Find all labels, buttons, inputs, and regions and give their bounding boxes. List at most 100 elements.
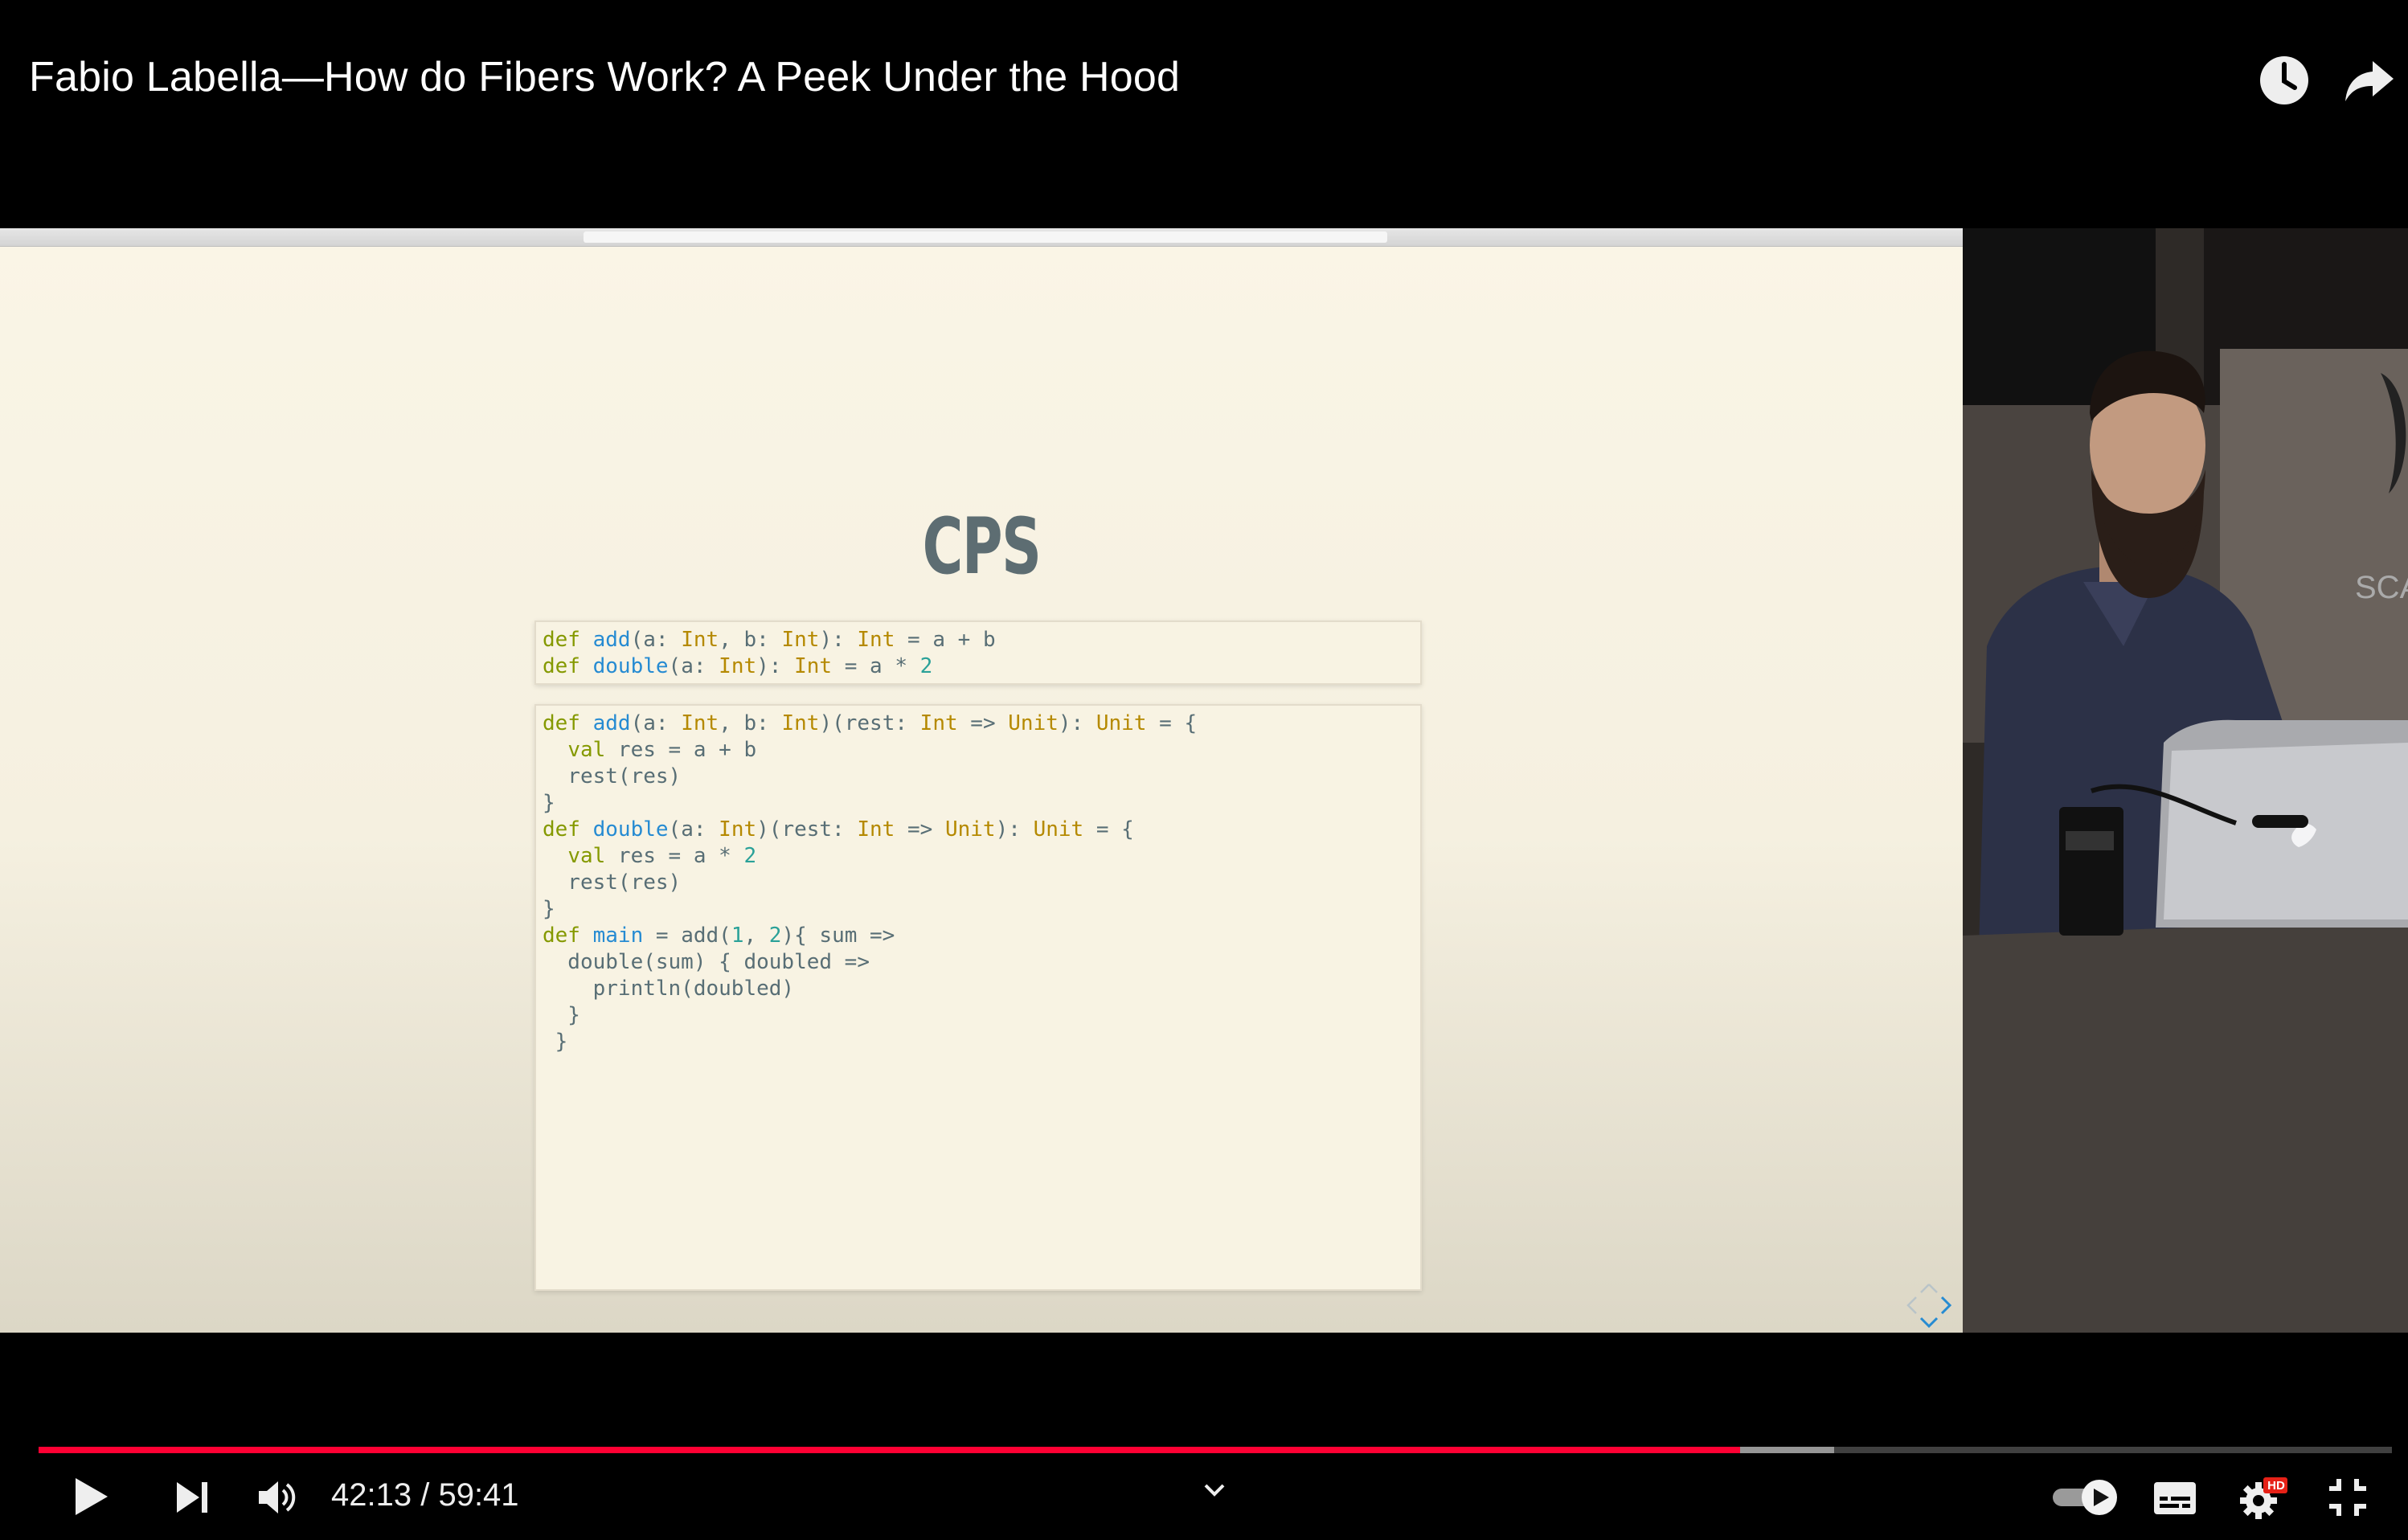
code-line: def main = add(1, 2){ sum =>	[543, 923, 1414, 949]
code-token: Int	[857, 628, 895, 652]
code-token: Int	[681, 628, 719, 652]
code-block-cps-style: def add(a: Int, b: Int)(rest: Int => Uni…	[534, 704, 1422, 1291]
code-token: val	[567, 738, 606, 762]
volume-icon	[259, 1481, 296, 1513]
code-line: }	[543, 896, 1414, 923]
subtitles-button[interactable]	[2152, 1481, 2197, 1520]
time-separator: /	[412, 1477, 439, 1513]
code-line: }	[543, 790, 1414, 817]
code-token: add	[592, 711, 631, 735]
play-button[interactable]	[72, 1476, 111, 1522]
code-token: Int	[781, 628, 820, 652]
clock-icon	[2260, 56, 2308, 104]
code-token: ,	[743, 924, 769, 948]
code-token: , b:	[719, 628, 782, 652]
code-token: (a:	[630, 628, 682, 652]
code-token: (a:	[668, 654, 719, 678]
code-block-direct-style: def add(a: Int, b: Int): Int = a + b def …	[534, 621, 1422, 685]
code-token: main	[592, 924, 644, 948]
code-line: val res = a * 2	[543, 843, 1414, 870]
autoplay-toggle[interactable]	[2051, 1477, 2122, 1522]
subtitles-icon	[2154, 1482, 2196, 1514]
next-button[interactable]	[175, 1481, 211, 1518]
code-token: Int	[719, 654, 757, 678]
code-token: = {	[1146, 711, 1198, 735]
code-token: 1	[731, 924, 744, 948]
code-token: rest(res)	[543, 764, 682, 788]
code-token: Int	[719, 817, 757, 842]
code-token: def	[543, 628, 593, 652]
code-token: Int	[794, 654, 833, 678]
slide-heading: CPS	[922, 502, 1042, 592]
code-line: }	[543, 1002, 1414, 1029]
code-token: ):	[1058, 711, 1096, 735]
share-button[interactable]	[2342, 53, 2397, 108]
code-token: }	[543, 791, 555, 815]
current-time: 42:13	[331, 1477, 412, 1513]
slide: CPS def add(a: Int, b: Int): Int = a + b…	[0, 228, 1963, 1333]
hd-badge: HD	[2267, 1479, 2285, 1493]
code-line: def add(a: Int, b: Int): Int = a + b	[543, 627, 1414, 653]
progress-played	[39, 1447, 1740, 1453]
code-line: }	[543, 1029, 1414, 1055]
video-frame[interactable]: CPS def add(a: Int, b: Int): Int = a + b…	[0, 228, 2408, 1333]
code-line: val res = a + b	[543, 737, 1414, 764]
share-arrow-icon	[2345, 61, 2394, 101]
code-token: = a + b	[895, 628, 996, 652]
code-token: =>	[957, 711, 1009, 735]
code-token: 2	[743, 844, 757, 868]
code-token: )(rest:	[819, 711, 920, 735]
code-token: Unit	[944, 817, 996, 842]
code-token: ):	[756, 654, 795, 678]
slide-navigation-arrows-icon	[1906, 1284, 1952, 1329]
code-token: double(sum) { doubled =>	[543, 950, 870, 974]
watch-later-button[interactable]	[2257, 53, 2312, 108]
code-line: rest(res)	[543, 764, 1414, 790]
code-line: def double(a: Int): Int = a * 2	[543, 653, 1414, 680]
code-token: ):	[995, 817, 1034, 842]
video-title[interactable]: Fabio Labella—How do Fibers Work? A Peek…	[29, 53, 1180, 101]
code-token: = a *	[832, 654, 920, 678]
code-token: double	[592, 654, 669, 678]
settings-button[interactable]: HD	[2238, 1476, 2289, 1525]
code-token: 2	[768, 924, 782, 948]
code-token: }	[543, 1003, 580, 1027]
code-token: rest(res)	[543, 870, 682, 895]
code-token: =>	[895, 817, 945, 842]
chevron-down-icon	[1204, 1484, 1225, 1497]
browser-address-bar	[584, 231, 1387, 243]
chapters-button[interactable]	[1201, 1481, 1228, 1504]
browser-chrome	[0, 228, 1963, 247]
code-token: }	[543, 1030, 568, 1054]
code-token: Unit	[1095, 711, 1147, 735]
code-token: (a:	[630, 711, 682, 735]
next-icon	[177, 1482, 207, 1513]
duration: 59:41	[438, 1477, 519, 1513]
exit-fullscreen-button[interactable]	[2328, 1477, 2368, 1522]
code-token: val	[567, 844, 606, 868]
code-token: def	[543, 924, 593, 948]
progress-bar[interactable]	[39, 1447, 2392, 1453]
speaker-image: SCA	[1963, 228, 2408, 1333]
code-token: def	[543, 817, 593, 842]
code-token: Unit	[1008, 711, 1059, 735]
code-line: rest(res)	[543, 870, 1414, 896]
code-token: = add(	[643, 924, 731, 948]
code-token: (a:	[668, 817, 719, 842]
play-icon	[76, 1478, 108, 1515]
code-token: def	[543, 654, 593, 678]
mute-button[interactable]	[257, 1479, 299, 1520]
code-line: double(sum) { doubled =>	[543, 949, 1414, 976]
code-token: 2	[919, 654, 933, 678]
code-line: def double(a: Int)(rest: Int => Unit): U…	[543, 817, 1414, 843]
autoplay-toggle-icon	[2053, 1480, 2117, 1515]
speaker-camera-view: SCA	[1963, 228, 2408, 1333]
code-token: Int	[919, 711, 958, 735]
code-token: Int	[781, 711, 820, 735]
code-line: def add(a: Int, b: Int)(rest: Int => Uni…	[543, 711, 1414, 737]
code-token: , b:	[719, 711, 782, 735]
code-token: ):	[819, 628, 858, 652]
code-line: println(doubled)	[543, 976, 1414, 1002]
code-token: }	[543, 897, 555, 921]
